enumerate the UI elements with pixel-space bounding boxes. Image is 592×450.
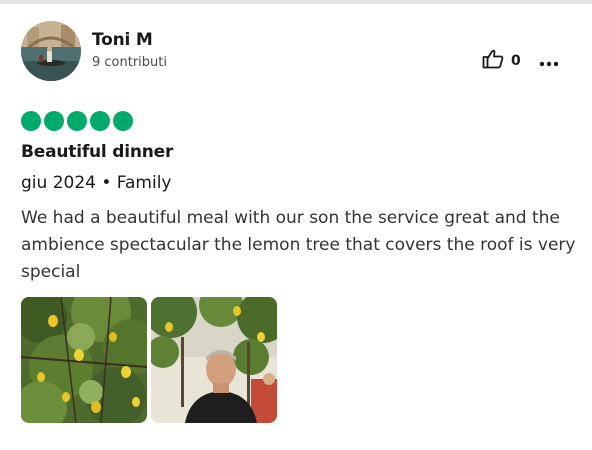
helpful-count: 0 xyxy=(511,53,521,69)
more-options-button[interactable] xyxy=(537,50,561,72)
contributions-count: 9 contributi xyxy=(92,55,167,70)
rating-bubble xyxy=(44,111,64,131)
review-meta: giu 2024 • Family xyxy=(21,173,172,193)
rating-bubble xyxy=(67,111,87,131)
rating-bubbles xyxy=(21,111,133,131)
thumbs-up-icon xyxy=(482,49,504,73)
review-card: Toni M 9 contributi 0 Beautiful dinner g… xyxy=(0,0,592,447)
helpful-vote-button[interactable]: 0 xyxy=(482,49,521,73)
review-title[interactable]: Beautiful dinner xyxy=(21,142,173,162)
author-name[interactable]: Toni M xyxy=(92,30,153,50)
rating-bubble xyxy=(21,111,41,131)
review-photo-man-under-lemon-trees[interactable] xyxy=(151,297,277,423)
review-text: We had a beautiful meal with our son the… xyxy=(21,208,576,282)
review-photo-lemon-tree[interactable] xyxy=(21,297,147,423)
next-review-peek xyxy=(21,440,141,450)
avatar[interactable] xyxy=(21,21,81,81)
rating-bubble xyxy=(113,111,133,131)
rating-bubble xyxy=(90,111,110,131)
more-options-icon xyxy=(539,52,559,71)
